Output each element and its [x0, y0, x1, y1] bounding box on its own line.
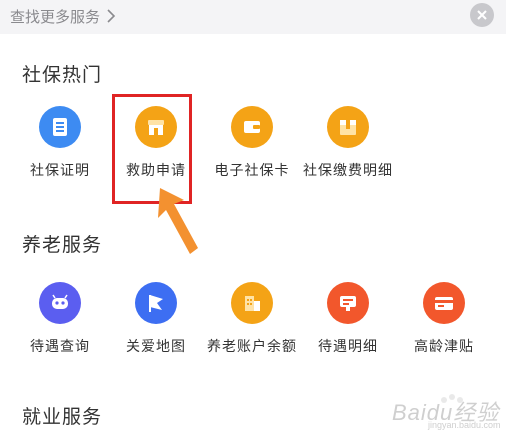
service-item-care-map[interactable]: 关爱地图: [108, 282, 204, 402]
more-services-label: 查找更多服务: [10, 7, 101, 26]
document-icon: [39, 106, 81, 148]
package-icon: [327, 106, 369, 148]
section-title-pension-services: 养老服务: [22, 234, 103, 256]
arrow-pointer-icon: [158, 188, 198, 254]
section-title-social-security-hot: 社保热门: [22, 64, 103, 86]
service-item-label: 高龄津贴: [414, 339, 474, 355]
service-item-senior-allowance[interactable]: 高龄津贴: [396, 282, 492, 402]
service-item-benefit-details[interactable]: 待遇明细: [300, 282, 396, 402]
service-item-electronic-social-security-card[interactable]: 电子社保卡: [204, 106, 300, 226]
service-item-label: 养老账户余额: [207, 339, 297, 355]
close-icon: [477, 10, 487, 20]
chevron-right-icon: [107, 9, 116, 23]
service-item-pension-account-balance[interactable]: 养老账户余额: [204, 282, 300, 402]
service-item-label: 社保缴费明细: [303, 163, 393, 179]
service-item-payment-details[interactable]: 社保缴费明细: [300, 106, 396, 226]
top-bar: 查找更多服务: [0, 0, 506, 34]
more-services-link[interactable]: 查找更多服务: [10, 5, 116, 27]
service-item-label: 电子社保卡: [214, 163, 290, 179]
service-item-label: 关爱地图: [126, 339, 186, 355]
building-icon: [231, 282, 273, 324]
service-item-benefit-inquiry[interactable]: 待遇查询: [12, 282, 108, 402]
close-button[interactable]: [470, 3, 494, 27]
service-item-social-security-certificate[interactable]: 社保证明: [12, 106, 108, 226]
service-item-label: 待遇明细: [318, 339, 378, 355]
service-item-label: 社保证明: [30, 163, 90, 179]
watermark-subtext: jingyan.baidu.com: [428, 420, 501, 430]
wallet-card-icon: [231, 106, 273, 148]
service-item-label: 待遇查询: [30, 339, 90, 355]
screen-icon: [327, 282, 369, 324]
card-icon: [423, 282, 465, 324]
flag-icon: [135, 282, 177, 324]
robot-face-icon: [39, 282, 81, 324]
section-title-employment-services: 就业服务: [22, 406, 103, 428]
